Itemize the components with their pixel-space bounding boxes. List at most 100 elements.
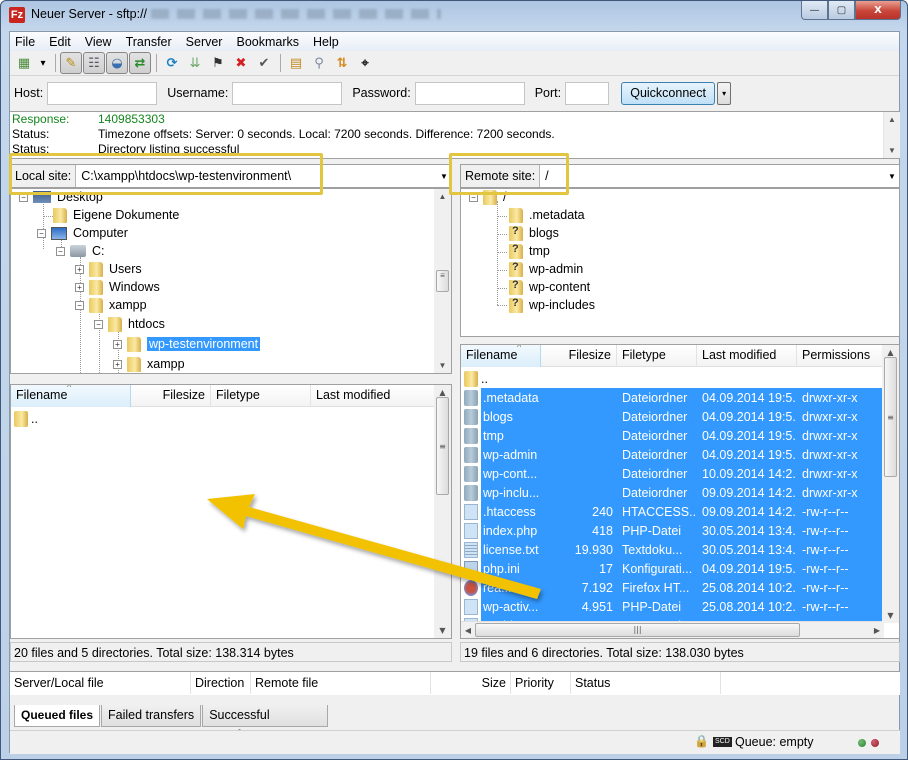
- directory-listing-filters-icon[interactable]: ▤: [285, 52, 307, 74]
- file-row-cells: php.ini 17 Konfigurati... 04.09.2014 19:5..…: [481, 559, 883, 578]
- tree-item-wp-admin[interactable]: wp-admin: [509, 260, 583, 278]
- tab-failed-transfers[interactable]: Failed transfers: [101, 705, 202, 727]
- tree-item-xampp-sub[interactable]: + xampp: [113, 355, 185, 373]
- quickconnect-button[interactable]: Quickconnect: [621, 81, 716, 105]
- tree-item-tmp[interactable]: tmp: [509, 242, 550, 260]
- tree-item-c-drive[interactable]: − C:: [56, 242, 105, 260]
- tree-item-eigene-dokumente[interactable]: Eigene Dokumente: [53, 206, 179, 224]
- tree-item-wp-includes[interactable]: wp-includes: [509, 296, 595, 314]
- menu-file[interactable]: File: [15, 35, 35, 49]
- tree-item-wp-content[interactable]: wp-content: [509, 278, 590, 296]
- disconnect-icon[interactable]: ✖: [230, 52, 252, 74]
- directory-comparison-icon[interactable]: ⚲: [308, 52, 330, 74]
- column-status[interactable]: Status: [571, 672, 721, 694]
- file-row-parent[interactable]: ..: [14, 409, 38, 428]
- column-filename[interactable]: Filename: [461, 345, 541, 367]
- reconnect-icon[interactable]: ✔: [253, 52, 275, 74]
- tree-item-metadata[interactable]: .metadata: [509, 206, 585, 224]
- site-manager-dropdown-icon[interactable]: ▾: [36, 52, 50, 74]
- menu-transfer[interactable]: Transfer: [126, 35, 172, 49]
- file-row[interactable]: php.ini 17 Konfigurati... 04.09.2014 19:5..…: [464, 559, 883, 578]
- toggle-transfer-queue-icon[interactable]: ⇄: [129, 52, 151, 74]
- toggle-remote-tree-icon[interactable]: ◒: [106, 52, 128, 74]
- toggle-message-log-icon[interactable]: ✎: [60, 52, 82, 74]
- tree-item-computer[interactable]: − Computer: [37, 224, 128, 242]
- title-bar[interactable]: Fz Neuer Server - sftp:// — ▢ X: [1, 1, 907, 29]
- tree-item-blogs[interactable]: blogs: [509, 224, 559, 242]
- search-remote-files-icon[interactable]: ⌖: [354, 52, 376, 74]
- tab-successful-transfers[interactable]: Successful transfers: [202, 705, 329, 742]
- menu-edit[interactable]: Edit: [49, 35, 71, 49]
- toolbar: ▦ ▾ ✎ ☷ ◒ ⇄ ⟳ ⇊ ⚑ ✖ ✔ ▤ ⚲ ⇅ ⌖: [10, 51, 899, 76]
- host-input[interactable]: [47, 81, 158, 105]
- file-name: ..: [481, 371, 488, 386]
- column-filetype[interactable]: Filetype: [617, 345, 697, 367]
- log-scrollbar[interactable]: ▲ ▼: [883, 112, 900, 158]
- file-row[interactable]: license.txt 19.930 Textdoku... 30.05.2014 1…: [464, 540, 883, 559]
- local-site-path-input[interactable]: C:\xampp\htdocs\wp-testenvironment\: [76, 169, 437, 183]
- remote-list-scrollbar[interactable]: ▲ ≡ ▼: [882, 345, 899, 623]
- maximize-button[interactable]: ▢: [828, 1, 855, 20]
- column-filetype[interactable]: Filetype: [211, 385, 311, 407]
- menu-bookmarks[interactable]: Bookmarks: [236, 35, 299, 49]
- file-row[interactable]: ..: [464, 369, 488, 388]
- menu-server[interactable]: Server: [186, 35, 223, 49]
- remote-site-path-input[interactable]: /: [540, 169, 885, 183]
- file-row[interactable]: wp-activ... 4.951 PHP-Datei 25.08.2014 10:2…: [464, 597, 883, 616]
- file-row[interactable]: wp-admin Dateiordner 04.09.2014 19:5... drw…: [464, 445, 883, 464]
- menu-help[interactable]: Help: [313, 35, 339, 49]
- remote-list-hscrollbar[interactable]: ◀ ||| ▶: [461, 621, 884, 638]
- refresh-icon[interactable]: ⟳: [161, 52, 183, 74]
- minimize-button[interactable]: —: [801, 1, 828, 20]
- file-row[interactable]: blogs Dateiordner 04.09.2014 19:5... drwxr-…: [464, 407, 883, 426]
- site-manager-icon[interactable]: ▦: [13, 52, 35, 74]
- file-row[interactable]: .htaccess 240 HTACCESS... 09.09.2014 14:2..…: [464, 502, 883, 521]
- file-row[interactable]: rea... 7.192 Firefox HT... 25.08.2014 10:2.…: [464, 578, 883, 597]
- tree-item-desktop[interactable]: − Desktop: [19, 189, 103, 206]
- column-last-modified[interactable]: Last modified: [311, 385, 436, 407]
- tree-item-windows[interactable]: + Windows: [75, 278, 160, 296]
- cancel-operation-icon[interactable]: ⚑: [207, 52, 229, 74]
- column-last-modified[interactable]: Last modified: [697, 345, 797, 367]
- username-input[interactable]: [232, 81, 343, 105]
- queue-header: Server/Local file Direction Remote file …: [10, 671, 900, 695]
- file-row[interactable]: wp-cont... Dateiordner 10.09.2014 14:2... d…: [464, 464, 883, 483]
- menu-view[interactable]: View: [85, 35, 112, 49]
- file-row[interactable]: wp-inclu... Dateiordner 09.09.2014 14:2...…: [464, 483, 883, 502]
- column-size[interactable]: Size: [431, 672, 511, 694]
- tree-item-root[interactable]: − /: [469, 189, 506, 206]
- column-filesize[interactable]: Filesize: [131, 385, 211, 407]
- tree-item-xampp[interactable]: − xampp: [75, 296, 147, 314]
- column-server-local-file[interactable]: Server/Local file: [10, 672, 191, 694]
- port-input[interactable]: [565, 81, 610, 105]
- local-site-dropdown-icon[interactable]: ▼: [437, 172, 451, 181]
- toolbar-separator: [280, 54, 281, 72]
- local-tree-scrollbar[interactable]: ▲ ≡ ▼: [434, 189, 451, 373]
- synchronized-browsing-icon[interactable]: ⇅: [331, 52, 353, 74]
- local-list-scrollbar[interactable]: ▲ ≡ ▼: [434, 385, 451, 638]
- quickconnect-history-dropdown[interactable]: ▾: [717, 81, 732, 105]
- send-indicator-icon: [858, 739, 866, 747]
- file-row[interactable]: tmp Dateiordner 04.09.2014 19:5... drwxr-xr…: [464, 426, 883, 445]
- toggle-local-tree-icon[interactable]: ☷: [83, 52, 105, 74]
- close-button[interactable]: X: [855, 1, 901, 20]
- tree-item-users[interactable]: + Users: [75, 260, 142, 278]
- process-queue-icon[interactable]: ⇊: [184, 52, 206, 74]
- remote-site-dropdown-icon[interactable]: ▼: [885, 172, 899, 181]
- column-filesize[interactable]: Filesize: [541, 345, 617, 367]
- file-row[interactable]: .metadata Dateiordner 04.09.2014 19:5... dr…: [464, 388, 883, 407]
- file-row[interactable]: index.php 418 PHP-Datei 30.05.2014 13:4... -…: [464, 521, 883, 540]
- remote-site-bar: Remote site: / ▼: [460, 164, 900, 188]
- tree-item-wp-testenvironment[interactable]: + wp-testenvironment: [113, 335, 261, 353]
- desktop-icon: [33, 191, 51, 203]
- column-permissions[interactable]: Permissions: [797, 345, 883, 367]
- tab-queued-files[interactable]: Queued files: [14, 705, 101, 727]
- password-input[interactable]: [414, 81, 525, 105]
- column-direction[interactable]: Direction: [191, 672, 251, 694]
- column-priority[interactable]: Priority: [511, 672, 571, 694]
- column-remote-file[interactable]: Remote file: [251, 672, 431, 694]
- local-site-label: Local site:: [11, 165, 77, 187]
- tree-item-htdocs[interactable]: − htdocs: [94, 315, 165, 333]
- column-filename[interactable]: Filename: [11, 385, 131, 407]
- file-type: Firefox HT...: [622, 580, 690, 595]
